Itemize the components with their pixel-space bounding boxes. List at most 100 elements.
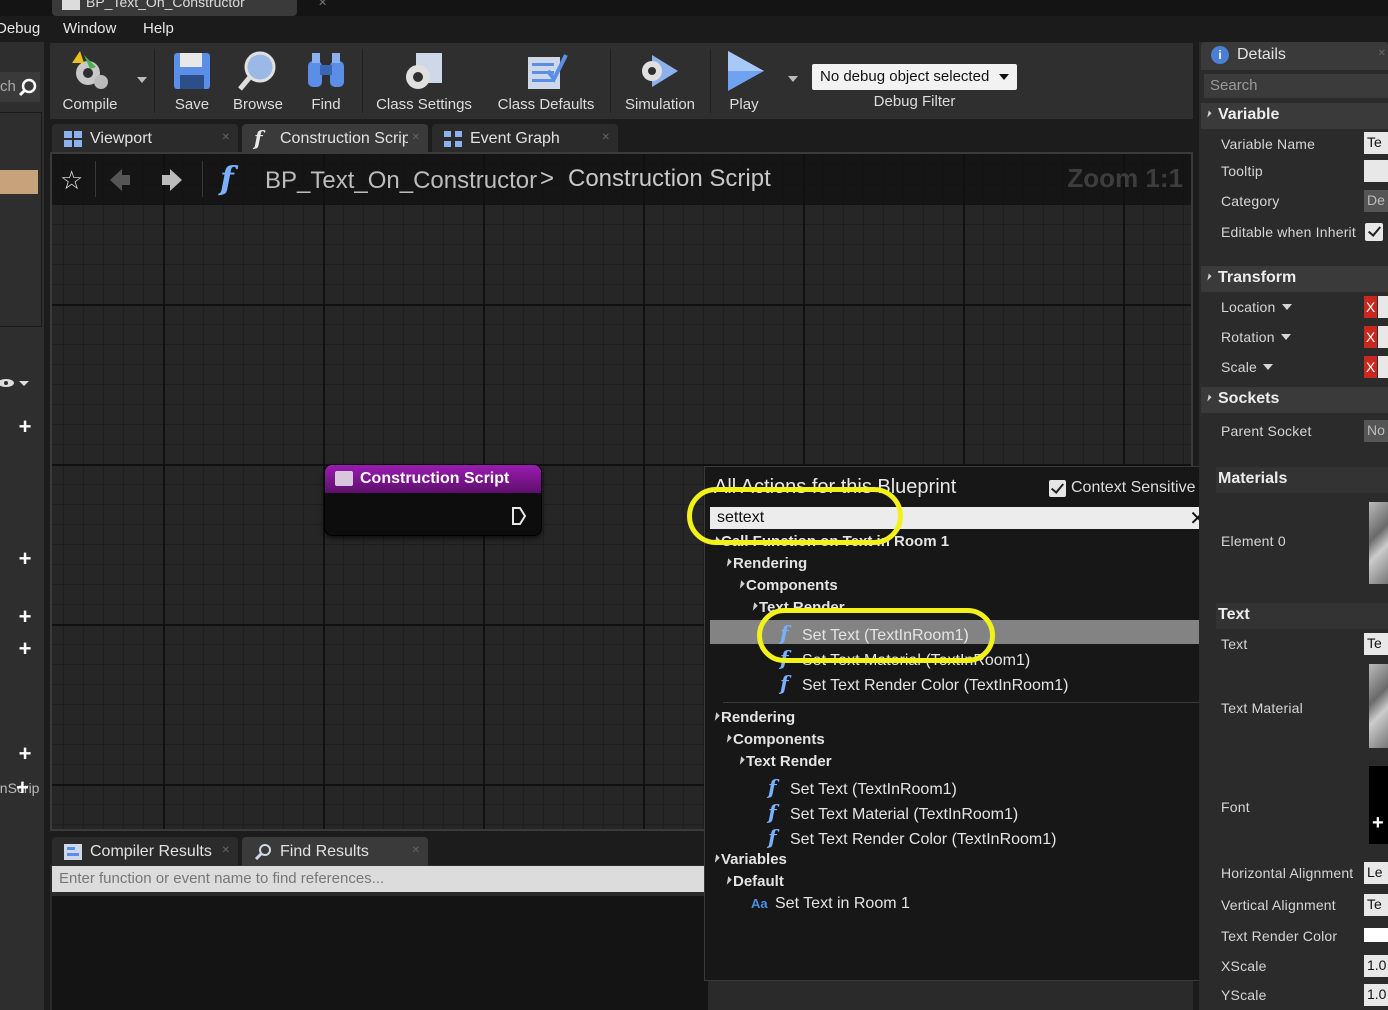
star-icon[interactable]: ☆	[60, 165, 83, 196]
details-panel: i Details ✕ Search Variable Variable Nam…	[1199, 42, 1388, 1010]
close-icon[interactable]: ✕	[222, 132, 230, 143]
action-category[interactable]: Rendering	[711, 709, 795, 726]
section-transform[interactable]: Transform	[1201, 266, 1388, 292]
find-button[interactable]: Find	[296, 43, 356, 119]
context-sensitive-checkbox[interactable]	[1049, 480, 1066, 497]
menu-window[interactable]: Window	[63, 20, 116, 37]
highlight-ring-search	[687, 487, 903, 545]
details-search-input[interactable]: Search	[1204, 74, 1388, 98]
text-render-color-swatch[interactable]	[1364, 928, 1388, 942]
add-function-button[interactable]: +	[14, 548, 36, 570]
debug-object-select[interactable]: No debug object selected	[812, 64, 1017, 90]
location-label: Location	[1221, 299, 1276, 315]
action-item-set-text-render-color[interactable]: f Set Text Render Color (TextInRoom1)	[780, 671, 1068, 695]
action-category[interactable]: Components	[723, 731, 825, 748]
expand-arrow-icon	[723, 876, 732, 885]
node-title: Construction Script	[360, 470, 510, 487]
vertical-alignment-select[interactable]: Te	[1364, 894, 1388, 916]
add-local-variable-button[interactable]: +	[16, 778, 29, 798]
exec-pin-icon[interactable]	[511, 506, 527, 526]
menu-debug[interactable]: Debug	[0, 20, 40, 37]
action-category[interactable]: Rendering	[723, 555, 807, 572]
tab-compiler-results[interactable]: Compiler Results ✕	[52, 837, 238, 867]
tab-construction-script[interactable]: f Construction Scrip ✕	[242, 124, 428, 154]
tab-details[interactable]: i Details ✕	[1201, 42, 1388, 70]
section-text[interactable]: Text	[1216, 603, 1388, 629]
close-icon[interactable]: ✕	[222, 845, 230, 856]
add-graph-button[interactable]: +	[14, 416, 36, 438]
simulation-button[interactable]: Simulation	[616, 43, 704, 119]
font-thumbnail[interactable]: +	[1369, 766, 1388, 844]
function-icon: f	[768, 775, 777, 799]
action-item-set-text-render-color[interactable]: f Set Text Render Color (TextInRoom1)	[768, 825, 1056, 849]
prop-location[interactable]: Location	[1221, 299, 1292, 315]
close-icon[interactable]: ✕	[318, 0, 327, 9]
breadcrumb-graph[interactable]: Construction Script	[568, 165, 771, 193]
close-icon[interactable]: ✕	[412, 845, 420, 856]
my-blueprint-panel: ch + + + + + onScrip +	[0, 42, 44, 1010]
section-variable[interactable]: Variable	[1201, 103, 1388, 129]
yscale-field[interactable]: 1.0	[1364, 984, 1388, 1006]
details-title: Details	[1237, 46, 1286, 63]
blueprint-window-tab[interactable]: BP_Text_On_Constructor ✕	[52, 0, 327, 16]
construction-script-node[interactable]: Construction Script	[325, 465, 541, 535]
close-icon[interactable]: ✕	[602, 132, 610, 143]
prop-horizontal-alignment: Horizontal Alignment	[1221, 865, 1354, 881]
find-references-input[interactable]: Enter function or event name to find ref…	[52, 866, 708, 892]
close-icon[interactable]: ✕	[1378, 48, 1386, 59]
section-sockets[interactable]: Sockets	[1201, 387, 1388, 413]
browse-button[interactable]: Browse	[226, 43, 290, 119]
tab-find-results[interactable]: Find Results ✕	[242, 837, 428, 867]
action-item-set-text-material[interactable]: f Set Text Material (TextInRoom1)	[768, 800, 1018, 824]
tab-construction-script-label: Construction Scrip	[280, 130, 408, 147]
menu-help[interactable]: Help	[143, 20, 174, 37]
parent-socket-field[interactable]: No	[1364, 420, 1388, 442]
breadcrumb-blueprint[interactable]: BP_Text_On_Constructor	[265, 167, 537, 195]
rotation-x-field[interactable]	[1378, 326, 1388, 348]
search-icon	[18, 78, 37, 97]
action-item-set-variable[interactable]: Aa Set Text in Room 1	[751, 895, 910, 913]
add-variable-button[interactable]: +	[14, 638, 36, 660]
text-material-thumbnail[interactable]	[1369, 664, 1388, 748]
section-label: Text	[1218, 606, 1250, 623]
play-options-dropdown[interactable]	[788, 76, 798, 82]
horizontal-alignment-select[interactable]: Le	[1364, 862, 1388, 884]
compile-options-dropdown[interactable]	[137, 77, 147, 83]
left-bottom-item[interactable]: onScrip +	[0, 778, 44, 798]
text-field[interactable]: Te	[1364, 633, 1388, 655]
toolbar-separator	[610, 49, 611, 113]
action-item-set-text[interactable]: f Set Text (TextInRoom1)	[768, 775, 957, 799]
action-category[interactable]: Default	[723, 873, 784, 890]
category-field[interactable]: De	[1364, 190, 1388, 212]
forward-arrow-icon[interactable]	[160, 167, 184, 193]
save-button[interactable]: Save	[162, 43, 222, 119]
class-defaults-button[interactable]: Class Defaults	[490, 43, 602, 119]
editable-checkbox[interactable]	[1365, 223, 1383, 241]
close-icon[interactable]: ✕	[412, 132, 420, 143]
add-macro-button[interactable]: +	[14, 606, 36, 628]
class-settings-button[interactable]: Class Settings	[368, 43, 480, 119]
search-icon	[254, 844, 271, 860]
xscale-field[interactable]: 1.0	[1364, 955, 1388, 977]
eye-icon[interactable]	[0, 376, 32, 393]
tab-viewport[interactable]: Viewport ✕	[52, 124, 238, 154]
action-category[interactable]: Variables	[711, 851, 787, 868]
location-x-field[interactable]	[1378, 296, 1388, 318]
tab-event-graph[interactable]: Event Graph ✕	[432, 124, 618, 154]
prop-scale[interactable]: Scale	[1221, 359, 1274, 375]
scale-x-field[interactable]	[1378, 356, 1388, 378]
variable-name-field[interactable]: Te	[1364, 132, 1388, 154]
material-thumbnail[interactable]	[1369, 502, 1388, 584]
left-search-box[interactable]: ch	[0, 72, 40, 102]
action-category[interactable]: Text Render	[736, 753, 832, 770]
action-category[interactable]: Components	[736, 577, 838, 594]
add-dispatcher-button[interactable]: +	[14, 743, 36, 765]
compile-button[interactable]: Compile	[52, 43, 128, 119]
browse-label: Browse	[232, 96, 284, 113]
tooltip-field[interactable]	[1364, 160, 1388, 182]
back-arrow-icon[interactable]	[108, 167, 132, 193]
play-button[interactable]: Play	[714, 43, 774, 119]
prop-rotation[interactable]: Rotation	[1221, 329, 1291, 345]
left-selected-item[interactable]	[0, 170, 38, 194]
section-materials[interactable]: Materials	[1216, 467, 1388, 493]
